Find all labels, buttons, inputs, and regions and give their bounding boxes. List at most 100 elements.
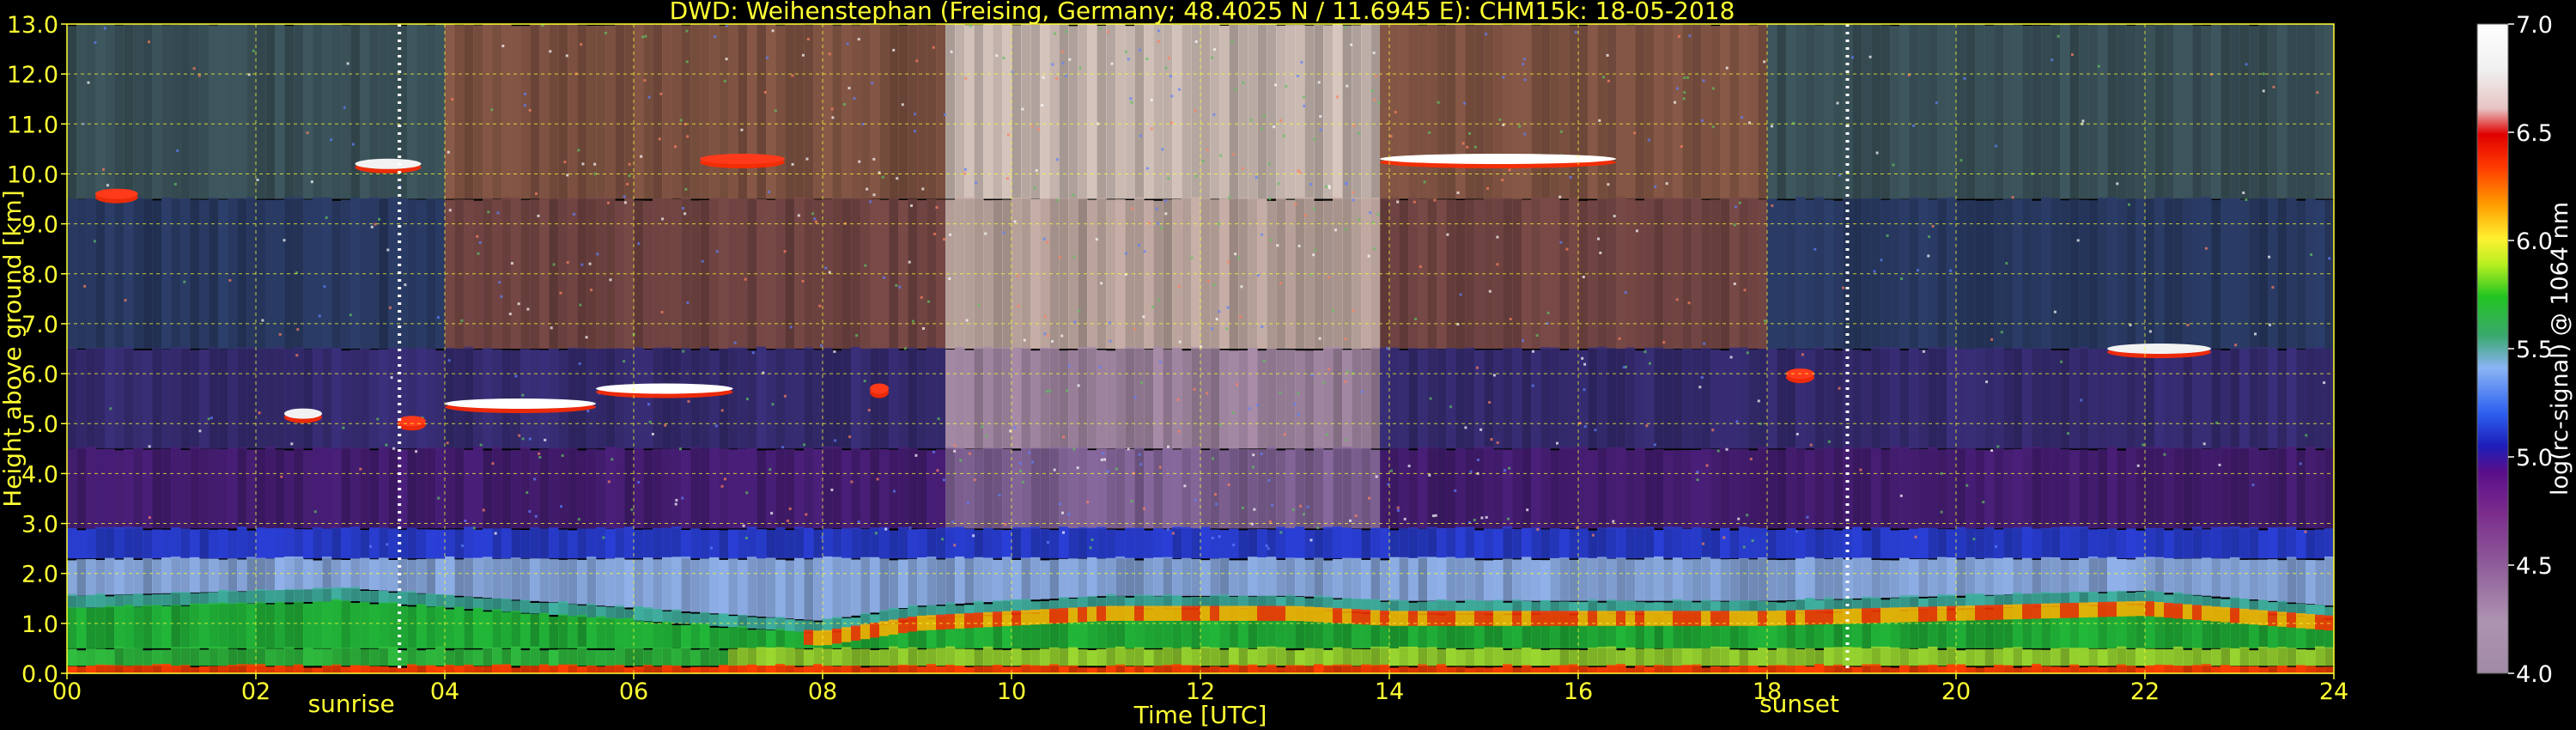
heatmap-cell xyxy=(1408,527,1419,559)
heatmap-cell xyxy=(435,529,446,559)
noise-speckle xyxy=(2304,530,2307,533)
heatmap-cell xyxy=(341,25,351,199)
heatmap-cell xyxy=(2324,528,2334,559)
heatmap-cell xyxy=(653,559,663,610)
noise-speckle xyxy=(1940,510,1943,514)
noise-speckle xyxy=(1643,350,1647,354)
noise-speckle xyxy=(903,347,907,350)
heatmap-cell xyxy=(416,604,427,648)
heatmap-cell xyxy=(1163,665,1173,673)
noise-speckle xyxy=(1346,84,1349,88)
heatmap-cell xyxy=(1304,530,1315,559)
heatmap-cell xyxy=(756,665,767,673)
heatmap-cell xyxy=(407,348,417,449)
heatmap-cell xyxy=(983,666,993,673)
heatmap-cell xyxy=(67,448,77,529)
heatmap-cell xyxy=(898,526,908,559)
heatmap-cell xyxy=(265,648,276,666)
heatmap-cell xyxy=(2287,198,2297,349)
noise-speckle xyxy=(1735,420,1739,423)
heatmap-cell xyxy=(190,603,200,648)
heatmap-cell xyxy=(653,648,663,666)
heatmap-cell xyxy=(1333,558,1343,599)
heatmap-cell xyxy=(1890,647,1900,666)
noise-speckle xyxy=(1665,182,1668,186)
heatmap-cell xyxy=(322,347,332,449)
heatmap-cell xyxy=(1106,666,1116,673)
heatmap-cell xyxy=(294,347,304,449)
noise-speckle xyxy=(953,449,957,453)
noise-speckle xyxy=(1531,384,1534,387)
heatmap-cell xyxy=(2202,605,2212,621)
heatmap-cell xyxy=(1607,447,1617,529)
heatmap-cell xyxy=(1106,605,1116,621)
heatmap-cell xyxy=(180,347,191,449)
heatmap-cell xyxy=(2277,24,2287,199)
heatmap-cell xyxy=(927,450,937,529)
noise-speckle xyxy=(820,344,823,347)
heatmap-cell xyxy=(2164,349,2174,449)
heatmap-cell xyxy=(2126,648,2136,666)
heatmap-cell xyxy=(1710,558,1721,601)
noise-speckle xyxy=(1763,60,1766,64)
heatmap-cell xyxy=(398,667,408,673)
heatmap-cell xyxy=(1540,667,1551,673)
noise-speckle xyxy=(1419,265,1422,268)
heatmap-cell xyxy=(813,557,823,621)
noise-speckle xyxy=(661,217,665,221)
heatmap-cell xyxy=(1956,650,1966,666)
heatmap-cell xyxy=(1880,666,1891,673)
heatmap-cell xyxy=(1795,558,1806,600)
noise-speckle xyxy=(846,42,849,46)
heatmap-cell xyxy=(1267,557,1277,596)
heatmap-cell xyxy=(1191,558,1201,596)
heatmap-cell xyxy=(2013,667,2023,673)
heatmap-cell xyxy=(2107,648,2117,666)
heatmap-cell xyxy=(1267,646,1277,666)
noise-speckle xyxy=(1241,167,1244,170)
heatmap-cell xyxy=(634,347,644,449)
heatmap-cell xyxy=(2202,664,2212,673)
heatmap-cell xyxy=(1352,528,1362,559)
heatmap-cell xyxy=(265,666,276,673)
heatmap-cell xyxy=(1106,350,1116,449)
noise-speckle xyxy=(1325,185,1327,188)
heatmap-cell xyxy=(199,349,210,449)
heatmap-cell xyxy=(1540,649,1551,666)
heatmap-cell xyxy=(2098,529,2108,559)
heatmap-cell xyxy=(1493,647,1504,666)
noise-speckle xyxy=(927,300,930,303)
noise-speckle xyxy=(1931,224,1935,228)
heatmap-cell xyxy=(766,557,776,617)
heatmap-cell xyxy=(1219,25,1230,199)
heatmap-cell xyxy=(1729,649,1740,666)
noise-speckle xyxy=(977,303,981,307)
noise-speckle xyxy=(561,454,564,457)
heatmap-cell xyxy=(1550,24,1560,199)
heatmap-cell xyxy=(1795,530,1806,559)
noise-speckle xyxy=(1077,384,1080,387)
heatmap-cell xyxy=(690,447,701,529)
noise-speckle xyxy=(1086,501,1090,504)
heatmap-cell xyxy=(2211,526,2221,559)
noise-speckle xyxy=(563,161,567,164)
noise-speckle xyxy=(1522,339,1524,343)
heatmap-cell xyxy=(1257,605,1267,621)
heatmap-cell xyxy=(1947,605,1957,622)
heatmap-cell xyxy=(2136,600,2146,617)
heatmap-cell xyxy=(974,557,984,603)
heatmap-cell xyxy=(1474,560,1485,601)
colorbar: 4.04.55.05.56.06.57.0 log(rc-signal) @ 1… xyxy=(2476,12,2573,688)
heatmap-cell xyxy=(2022,348,2032,449)
noise-speckle xyxy=(682,350,685,353)
noise-speckle xyxy=(1098,366,1102,369)
heatmap-cell xyxy=(615,605,625,620)
noise-speckle xyxy=(1127,447,1130,451)
heatmap-cell xyxy=(1947,647,1957,666)
heatmap-cell xyxy=(2324,199,2334,349)
heatmap-cell xyxy=(95,24,106,199)
heatmap-cell xyxy=(1465,648,1475,666)
heatmap-cell xyxy=(1635,447,1645,529)
heatmap-cell xyxy=(1125,557,1135,596)
heatmap-cell xyxy=(539,664,550,673)
